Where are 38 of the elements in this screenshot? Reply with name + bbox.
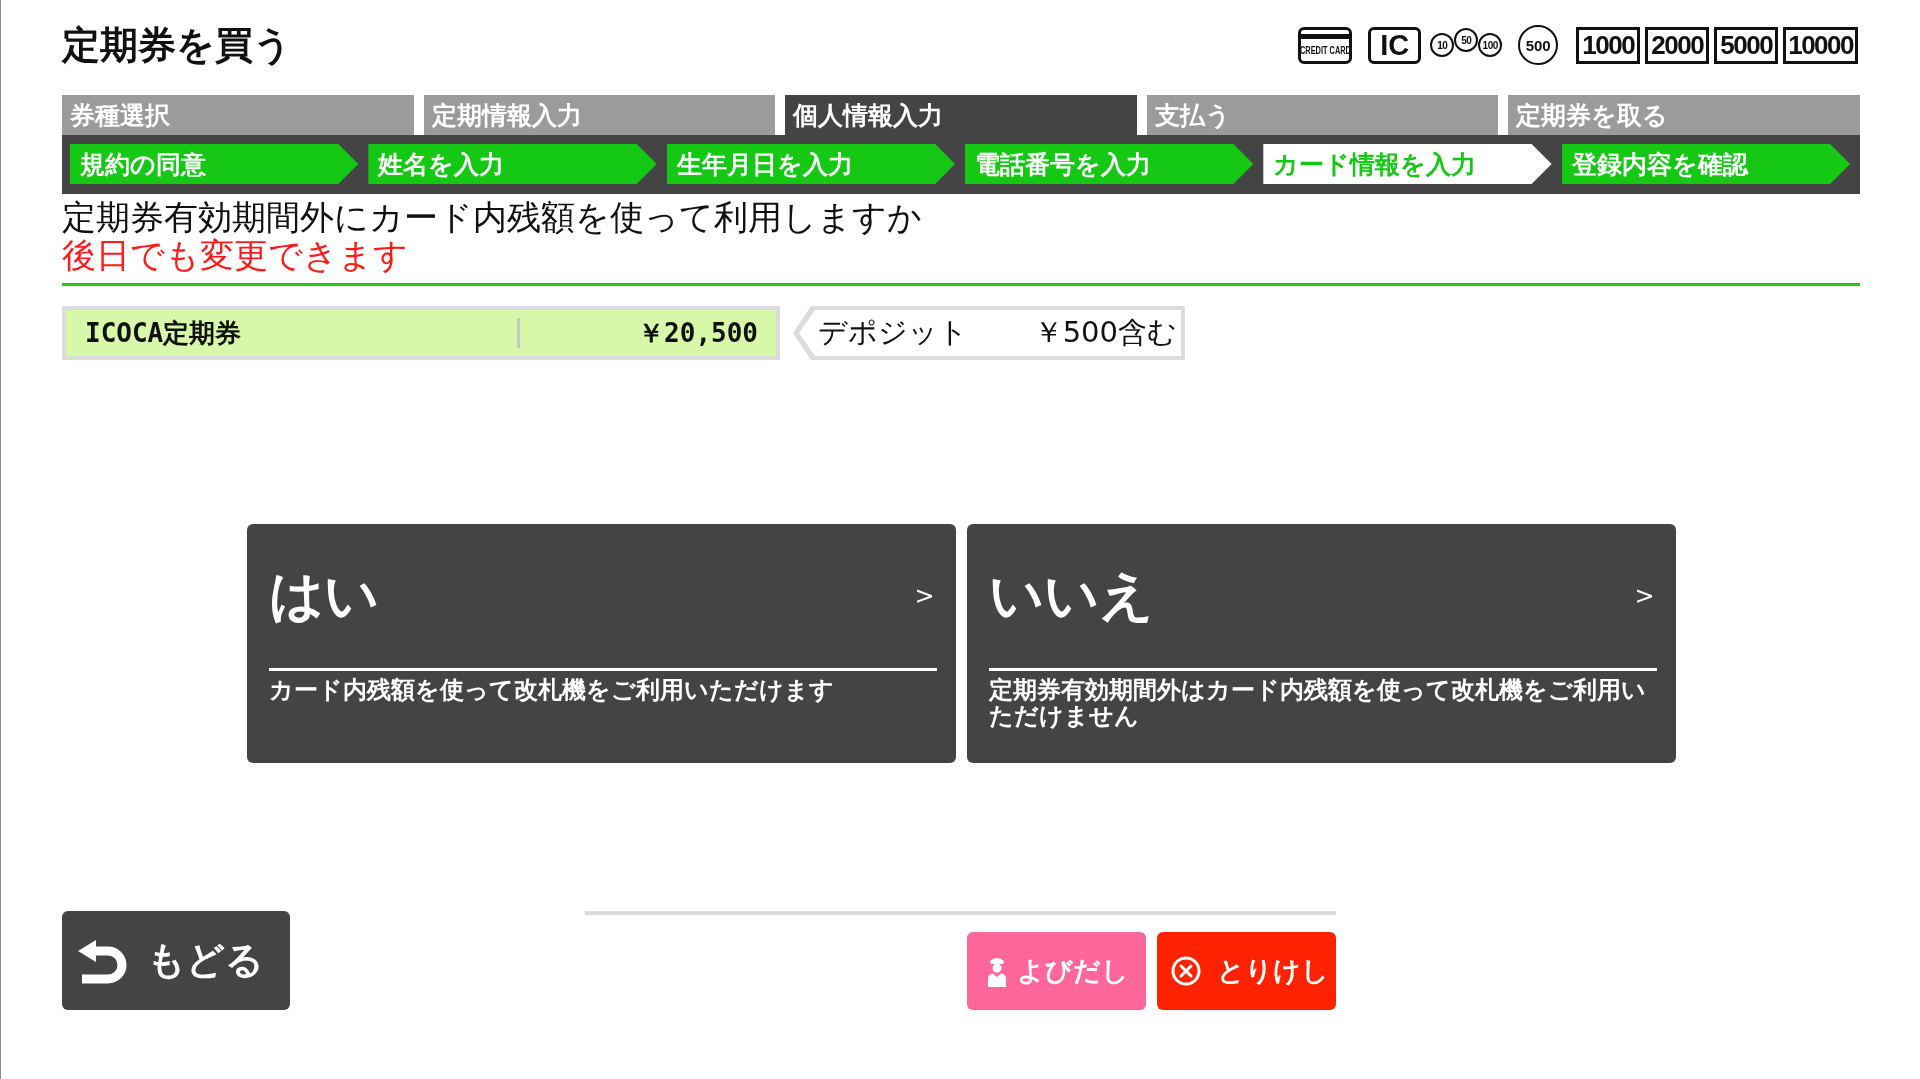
close-icon (1171, 956, 1201, 986)
ic-card-icon: IC (1368, 26, 1422, 64)
banknote-icon: 1000 (1576, 26, 1641, 64)
step-indicator: 個人情報入力 (785, 95, 1137, 135)
coin-icon: 50 (1454, 28, 1479, 52)
person-icon (987, 955, 1007, 987)
choice-button[interactable]: はい > カード内残額を使って改札機をご利用いただけます (246, 524, 956, 763)
progress-step: 登録内容を確認 (1561, 144, 1850, 184)
back-button[interactable]: もどる (62, 911, 290, 1010)
deposit-amount: ￥500含む (1033, 314, 1177, 351)
question-text: 定期券有効期間外にカード内残額を使って利用しますか (62, 198, 923, 236)
step-indicator: 定期情報入力 (423, 95, 776, 135)
banknote-icon: 2000 (1645, 26, 1710, 64)
return-arrow-icon (78, 937, 128, 984)
question-note: 後日でも変更できます (62, 236, 409, 274)
deposit-label: デポジット (818, 314, 968, 351)
ticket-price: ￥20,500 (637, 316, 759, 350)
progress-step: 姓名を入力 (368, 144, 657, 184)
choice-description: カード内残額を使って改札機をご利用いただけます (268, 677, 835, 703)
page-title: 定期券を買う (62, 21, 292, 69)
step-indicator: 定期券を取る (1508, 95, 1860, 135)
choice-button[interactable]: いいえ > 定期券有効期間外はカード内残額を使って改札機をご利用いただけません (966, 524, 1676, 763)
banknote-icon: 5000 (1714, 26, 1779, 64)
step-indicator: 券種選択 (62, 95, 414, 135)
cancel-button[interactable]: とりけし (1157, 932, 1336, 1010)
banknote-icon: 10000 (1783, 26, 1858, 64)
ticket-name: ICOCA定期券 (84, 316, 243, 350)
progress-step: 生年月日を入力 (666, 144, 955, 184)
progress-step: カード情報を入力 (1263, 144, 1552, 184)
choice-description: 定期券有効期間外はカード内残額を使って改札機をご利用いただけません (988, 677, 1647, 729)
coin-icon: 100 (1478, 33, 1503, 57)
chevron-icon: > (1634, 582, 1655, 610)
chevron-icon: > (914, 582, 935, 610)
progress-step: 電話番号を入力 (965, 144, 1254, 184)
progress-step: 規約の同意 (70, 144, 359, 184)
coin-icon: 10 (1430, 33, 1455, 57)
coin-icon: 500 (1518, 25, 1559, 65)
step-indicator: 支払う (1146, 95, 1499, 135)
